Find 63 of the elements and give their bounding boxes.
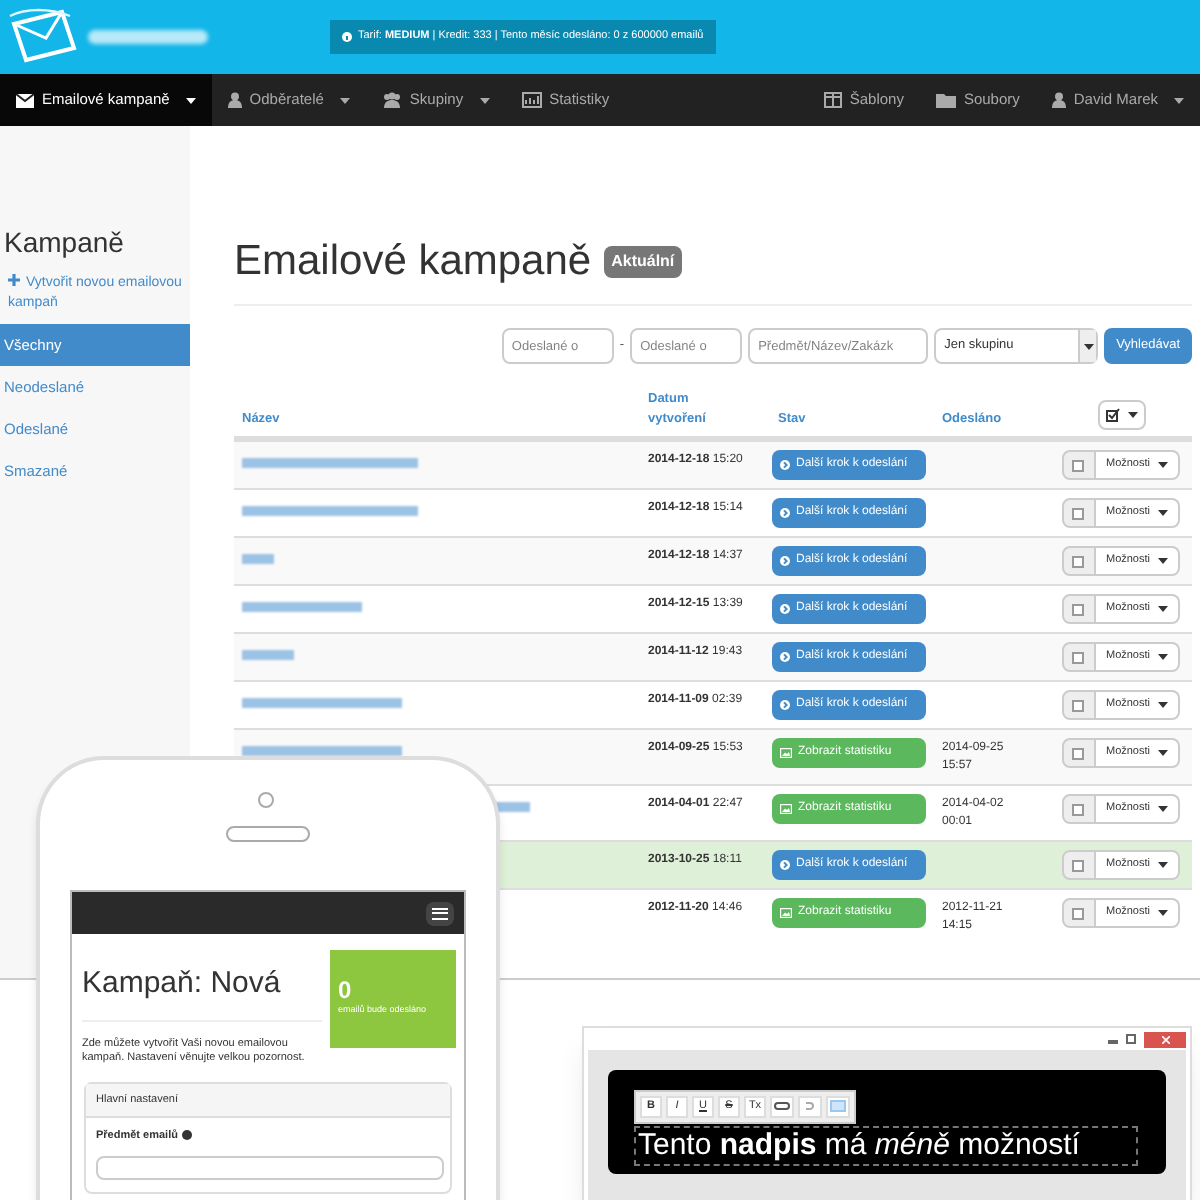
menu-icon[interactable] bbox=[426, 901, 454, 925]
caret-icon bbox=[1158, 558, 1168, 564]
picture-icon bbox=[780, 804, 792, 814]
arrow-circle-icon bbox=[780, 508, 790, 518]
row-checkbox[interactable] bbox=[1072, 803, 1085, 815]
row-checkbox[interactable] bbox=[1072, 459, 1085, 471]
row-checkbox[interactable] bbox=[1072, 507, 1085, 519]
caret-icon bbox=[1158, 654, 1168, 660]
users-icon bbox=[381, 92, 402, 108]
row-checkbox[interactable] bbox=[1072, 651, 1085, 663]
envelope-icon bbox=[16, 93, 34, 107]
folder-icon bbox=[935, 92, 956, 108]
row-checkbox[interactable] bbox=[1072, 555, 1085, 567]
caret-icon bbox=[1158, 462, 1168, 468]
close-button[interactable] bbox=[1144, 1031, 1186, 1047]
sidebar-title: Kampaně bbox=[2, 224, 126, 262]
arrow-circle-icon bbox=[780, 556, 790, 566]
info-icon bbox=[342, 32, 352, 42]
caret-icon bbox=[339, 97, 350, 103]
help-icon bbox=[181, 1130, 192, 1141]
status-badge: Aktuální bbox=[603, 246, 683, 278]
caret-icon bbox=[1158, 750, 1168, 756]
arrow-circle-icon bbox=[780, 700, 790, 710]
caret-icon bbox=[1158, 910, 1168, 916]
plus-icon bbox=[8, 274, 20, 286]
caret-icon bbox=[1174, 97, 1184, 103]
row-checkbox[interactable] bbox=[1072, 699, 1085, 711]
caret-icon bbox=[1127, 412, 1137, 418]
phone-page-title: Kampaň: Nová bbox=[82, 962, 322, 1021]
arrow-circle-icon bbox=[780, 652, 790, 662]
picture-icon bbox=[780, 748, 792, 758]
row-checkbox[interactable] bbox=[1072, 859, 1085, 871]
caret-icon bbox=[1158, 806, 1168, 812]
caret-icon bbox=[1158, 702, 1168, 708]
row-checkbox[interactable] bbox=[1072, 747, 1085, 759]
phone-speaker bbox=[226, 826, 310, 842]
arrow-circle-icon bbox=[780, 460, 790, 470]
subject-field[interactable] bbox=[96, 1156, 444, 1180]
picture-icon bbox=[780, 908, 792, 918]
select-all-dropdown[interactable] bbox=[1097, 400, 1145, 430]
user-icon bbox=[227, 92, 242, 108]
caret-icon bbox=[479, 97, 490, 103]
user-icon bbox=[1051, 92, 1066, 108]
editable-heading[interactable]: Tento nadpis má méně možností bbox=[634, 1126, 1138, 1166]
maximize-icon[interactable] bbox=[1126, 1034, 1136, 1044]
page-title: Emailové kampaně bbox=[234, 238, 592, 286]
email-count: 0 bbox=[338, 978, 354, 1004]
row-checkbox[interactable] bbox=[1072, 603, 1085, 615]
caret-icon bbox=[185, 97, 196, 103]
arrow-circle-icon bbox=[780, 860, 790, 870]
row-checkbox[interactable] bbox=[1072, 907, 1085, 919]
chart-icon bbox=[521, 92, 542, 108]
checkbox-icon bbox=[1105, 408, 1119, 422]
caret-icon bbox=[1158, 510, 1168, 516]
phone-camera bbox=[258, 792, 274, 808]
image-icon[interactable] bbox=[826, 1095, 850, 1118]
link-icon[interactable] bbox=[770, 1095, 794, 1118]
caret-icon bbox=[1158, 862, 1168, 868]
close-icon bbox=[1161, 1035, 1169, 1043]
caret-icon bbox=[1083, 343, 1094, 349]
layout-icon bbox=[823, 92, 842, 108]
caret-icon bbox=[1158, 606, 1168, 612]
arrow-circle-icon bbox=[780, 604, 790, 614]
